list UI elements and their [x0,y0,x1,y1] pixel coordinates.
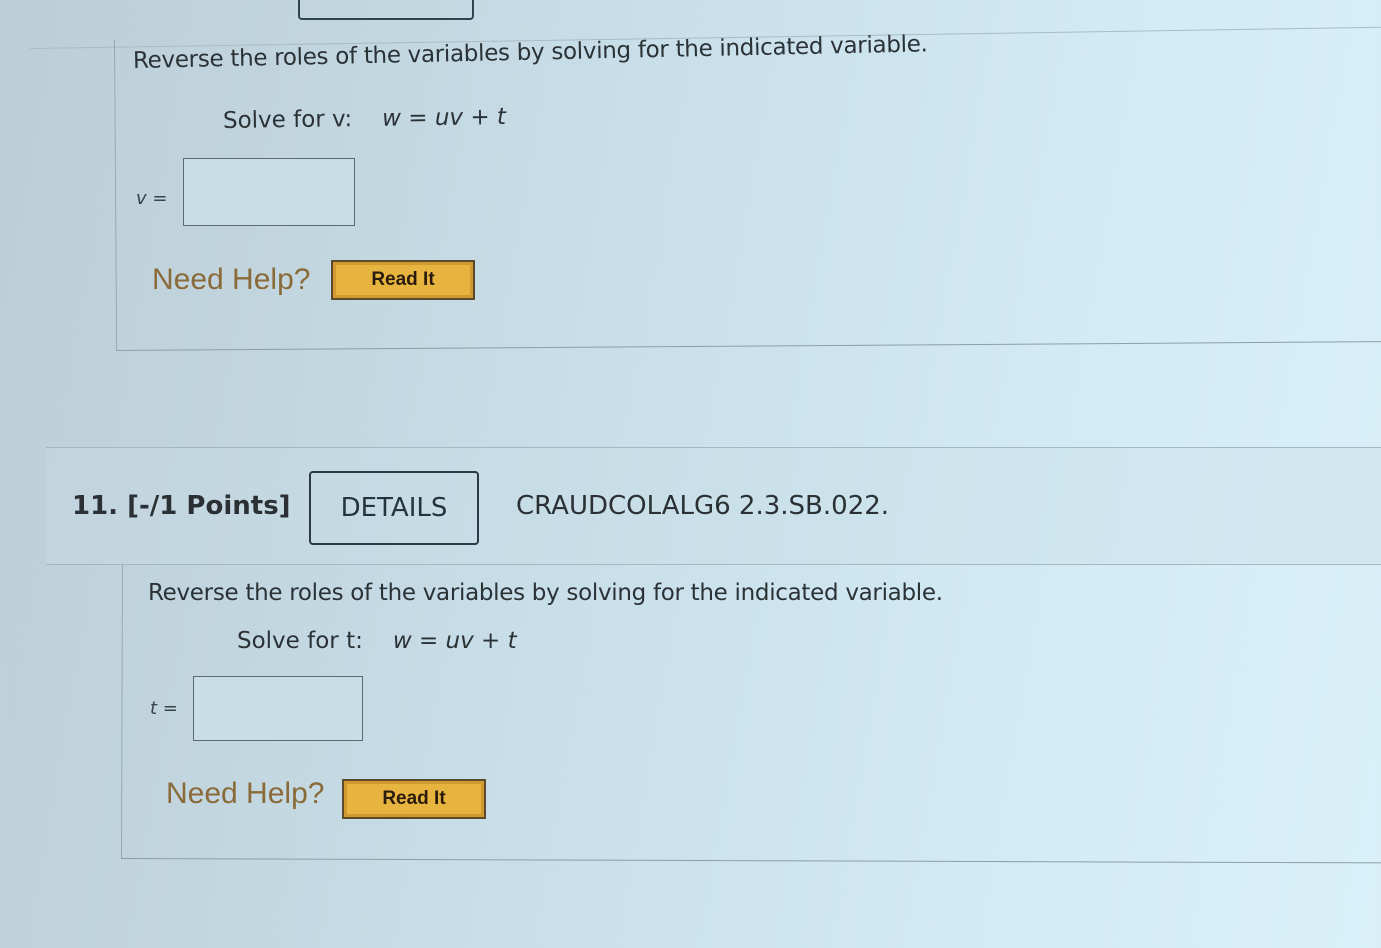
need-help-label: Need Help? [152,263,311,296]
previous-details-button-edge[interactable] [298,0,474,20]
read-it-button[interactable]: Read It [342,779,486,819]
question-code: CRAUDCOLALG6 2.3.SB.022. [516,491,890,521]
answer-input-t[interactable] [193,676,363,741]
read-it-button[interactable]: Read It [331,260,475,300]
question-10-solve-line: Solve for v: w = uv + t [223,104,506,134]
details-button[interactable]: DETAILS [309,471,479,545]
question-11-prompt: Reverse the roles of the variables by so… [148,580,943,606]
answer-label-t: t = [150,698,178,719]
question-number: 11. [-/1 Points] [72,491,291,521]
equation: w = uv + t [392,628,517,654]
solve-label: Solve for t: [237,628,363,654]
need-help-label: Need Help? [166,777,325,810]
answer-input-v[interactable] [183,158,355,226]
equation: w = uv + t [382,104,507,132]
answer-label-v: v = [136,188,168,209]
question-11-solve-line: Solve for t: w = uv + t [237,628,517,654]
solve-label: Solve for v: [222,106,353,134]
